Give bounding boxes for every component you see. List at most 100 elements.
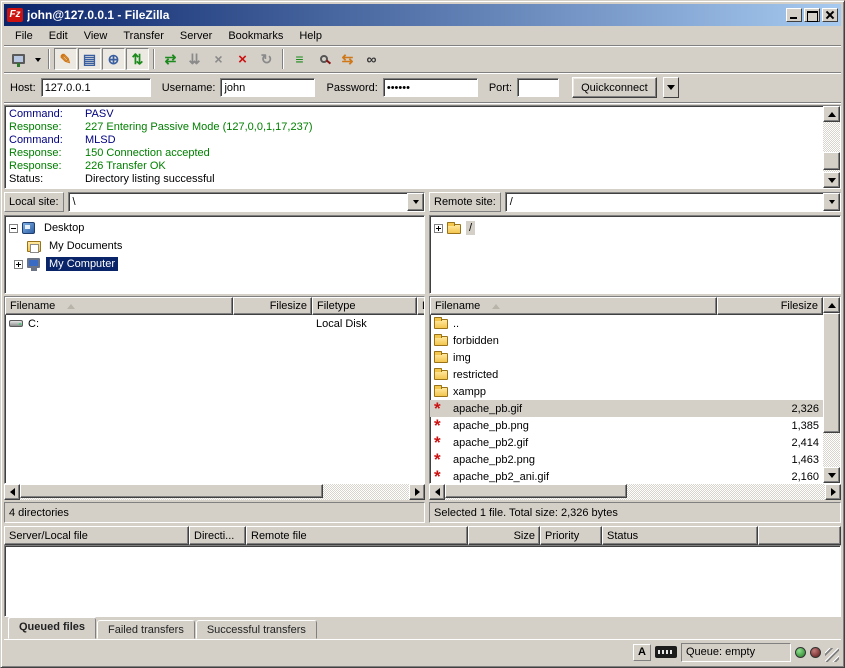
file-row[interactable]: *apache_pb.png 1,385 xyxy=(430,417,823,434)
file-row[interactable]: restricted xyxy=(430,366,823,383)
column-header-filetype[interactable]: Filetype xyxy=(312,297,417,315)
column-header-direction[interactable]: Directi... xyxy=(189,526,246,545)
tab-queued-files[interactable]: Queued files xyxy=(8,617,96,639)
column-header-lastmodified[interactable]: L xyxy=(417,297,425,315)
menu-help[interactable]: Help xyxy=(292,28,329,44)
log-line: Response:150 Connection accepted xyxy=(9,147,823,160)
disconnect-button[interactable]: × xyxy=(231,48,254,70)
folder-icon xyxy=(434,368,450,381)
local-site-dropdown-button[interactable] xyxy=(407,193,424,211)
menu-view[interactable]: View xyxy=(77,28,115,44)
column-header-status[interactable]: Status xyxy=(602,526,758,545)
scrollbar-track[interactable] xyxy=(823,122,840,172)
site-manager-dropdown-button[interactable] xyxy=(31,48,44,70)
menu-server[interactable]: Server xyxy=(173,28,219,44)
file-row[interactable]: *apache_pb2.gif 2,414 xyxy=(430,434,823,451)
quickconnect-dropdown-button[interactable] xyxy=(663,77,679,98)
remote-site-combo[interactable]: / xyxy=(505,192,841,212)
tab-successful-transfers[interactable]: Successful transfers xyxy=(196,620,317,639)
menu-file[interactable]: File xyxy=(8,28,40,44)
refresh-button[interactable]: ⇄ xyxy=(159,48,182,70)
close-button[interactable] xyxy=(822,8,838,22)
minimize-button[interactable] xyxy=(786,8,802,22)
menu-transfer[interactable]: Transfer xyxy=(116,28,171,44)
local-site-combo[interactable]: \ xyxy=(68,192,425,212)
scroll-left-button[interactable] xyxy=(4,484,20,500)
synchronized-browsing-button[interactable]: ⇆ xyxy=(336,48,359,70)
resize-grip[interactable] xyxy=(825,648,839,662)
reconnect-button[interactable]: ↻ xyxy=(255,48,278,70)
file-row-selected[interactable]: *apache_pb.gif 2,326 xyxy=(430,400,823,417)
file-row[interactable]: img xyxy=(430,349,823,366)
tree-item-root[interactable]: / xyxy=(430,219,840,237)
scroll-right-button[interactable] xyxy=(825,484,841,500)
scrollbar-track[interactable] xyxy=(20,484,409,500)
title-bar[interactable]: Fz john@127.0.0.1 - FileZilla xyxy=(4,4,841,26)
port-input[interactable] xyxy=(517,78,559,97)
scroll-down-button[interactable] xyxy=(823,467,840,483)
quickconnect-button[interactable]: Quickconnect xyxy=(572,77,657,98)
local-horizontal-scrollbar[interactable] xyxy=(4,484,425,500)
column-header-size[interactable]: Size xyxy=(468,526,540,545)
scrollbar-thumb[interactable] xyxy=(823,313,840,433)
magnifier-icon xyxy=(320,55,328,63)
column-header-priority[interactable]: Priority xyxy=(540,526,602,545)
tree-item-label: My Documents xyxy=(46,239,125,253)
scrollbar-thumb[interactable] xyxy=(823,152,840,170)
scrollbar-thumb[interactable] xyxy=(445,484,627,498)
file-row[interactable]: .. xyxy=(430,315,823,332)
password-input[interactable] xyxy=(383,78,478,97)
file-row[interactable]: *apache_pb2_ani.gif 2,160 xyxy=(430,468,823,483)
expand-icon[interactable] xyxy=(434,224,443,233)
tree-item-desktop[interactable]: Desktop xyxy=(5,219,424,237)
find-files-button[interactable]: ∞ xyxy=(360,48,383,70)
scroll-up-button[interactable] xyxy=(823,106,840,122)
transfer-type-indicator[interactable]: A xyxy=(633,644,651,661)
remote-vertical-scrollbar[interactable] xyxy=(823,297,840,483)
maximize-button[interactable] xyxy=(804,8,820,22)
file-row[interactable]: xampp xyxy=(430,383,823,400)
file-row[interactable]: forbidden xyxy=(430,332,823,349)
remote-list-body: .. forbidden img xyxy=(430,315,823,483)
process-queue-button[interactable]: ⇊ xyxy=(183,48,206,70)
directory-comparison-button[interactable]: ≡ xyxy=(288,48,311,70)
toggle-message-log-button[interactable]: ✎ xyxy=(54,48,77,70)
column-header-filesize[interactable]: Filesize xyxy=(233,297,312,315)
host-input[interactable] xyxy=(41,78,151,97)
toggle-remote-treeview-button[interactable]: ⊕ xyxy=(102,48,125,70)
site-manager-button[interactable] xyxy=(7,48,30,70)
log-vertical-scrollbar[interactable] xyxy=(823,106,840,188)
scroll-left-button[interactable] xyxy=(429,484,445,500)
file-row-c-drive[interactable]: C: Local Disk xyxy=(5,315,424,332)
scrollbar-thumb[interactable] xyxy=(20,484,323,498)
scrollbar-track[interactable] xyxy=(445,484,825,500)
remote-site-dropdown-button[interactable] xyxy=(823,193,840,211)
chevron-down-icon xyxy=(829,200,835,207)
message-log: Command:PASV Response:227 Entering Passi… xyxy=(4,105,841,189)
expand-icon[interactable] xyxy=(14,260,23,269)
log-line: Command:PASV xyxy=(9,108,823,121)
file-row[interactable]: *apache_pb2.png 1,463 xyxy=(430,451,823,468)
scroll-down-button[interactable] xyxy=(823,172,840,188)
scroll-up-button[interactable] xyxy=(823,297,840,313)
toggle-transfer-queue-button[interactable]: ⇅ xyxy=(126,48,149,70)
username-input[interactable] xyxy=(220,78,315,97)
menu-bookmarks[interactable]: Bookmarks xyxy=(221,28,290,44)
scrollbar-track[interactable] xyxy=(823,313,840,467)
remote-horizontal-scrollbar[interactable] xyxy=(429,484,841,500)
menu-edit[interactable]: Edit xyxy=(42,28,75,44)
filter-button[interactable] xyxy=(312,48,335,70)
tab-failed-transfers[interactable]: Failed transfers xyxy=(97,620,195,639)
column-header-filename[interactable]: Filename xyxy=(430,297,717,315)
tree-item-my-documents[interactable]: My Documents xyxy=(5,237,424,255)
column-header-filesize[interactable]: Filesize xyxy=(717,297,823,315)
column-header-remote-file[interactable]: Remote file xyxy=(246,526,468,545)
column-header-server-local-file[interactable]: Server/Local file xyxy=(4,526,189,545)
tree-item-my-computer[interactable]: My Computer xyxy=(5,255,424,273)
toggle-local-treeview-button[interactable]: ▤ xyxy=(78,48,101,70)
scroll-right-button[interactable] xyxy=(409,484,425,500)
queue-list[interactable] xyxy=(4,545,841,617)
column-header-filename[interactable]: Filename xyxy=(5,297,233,315)
cancel-operation-button[interactable]: × xyxy=(207,48,230,70)
collapse-icon[interactable] xyxy=(9,224,18,233)
